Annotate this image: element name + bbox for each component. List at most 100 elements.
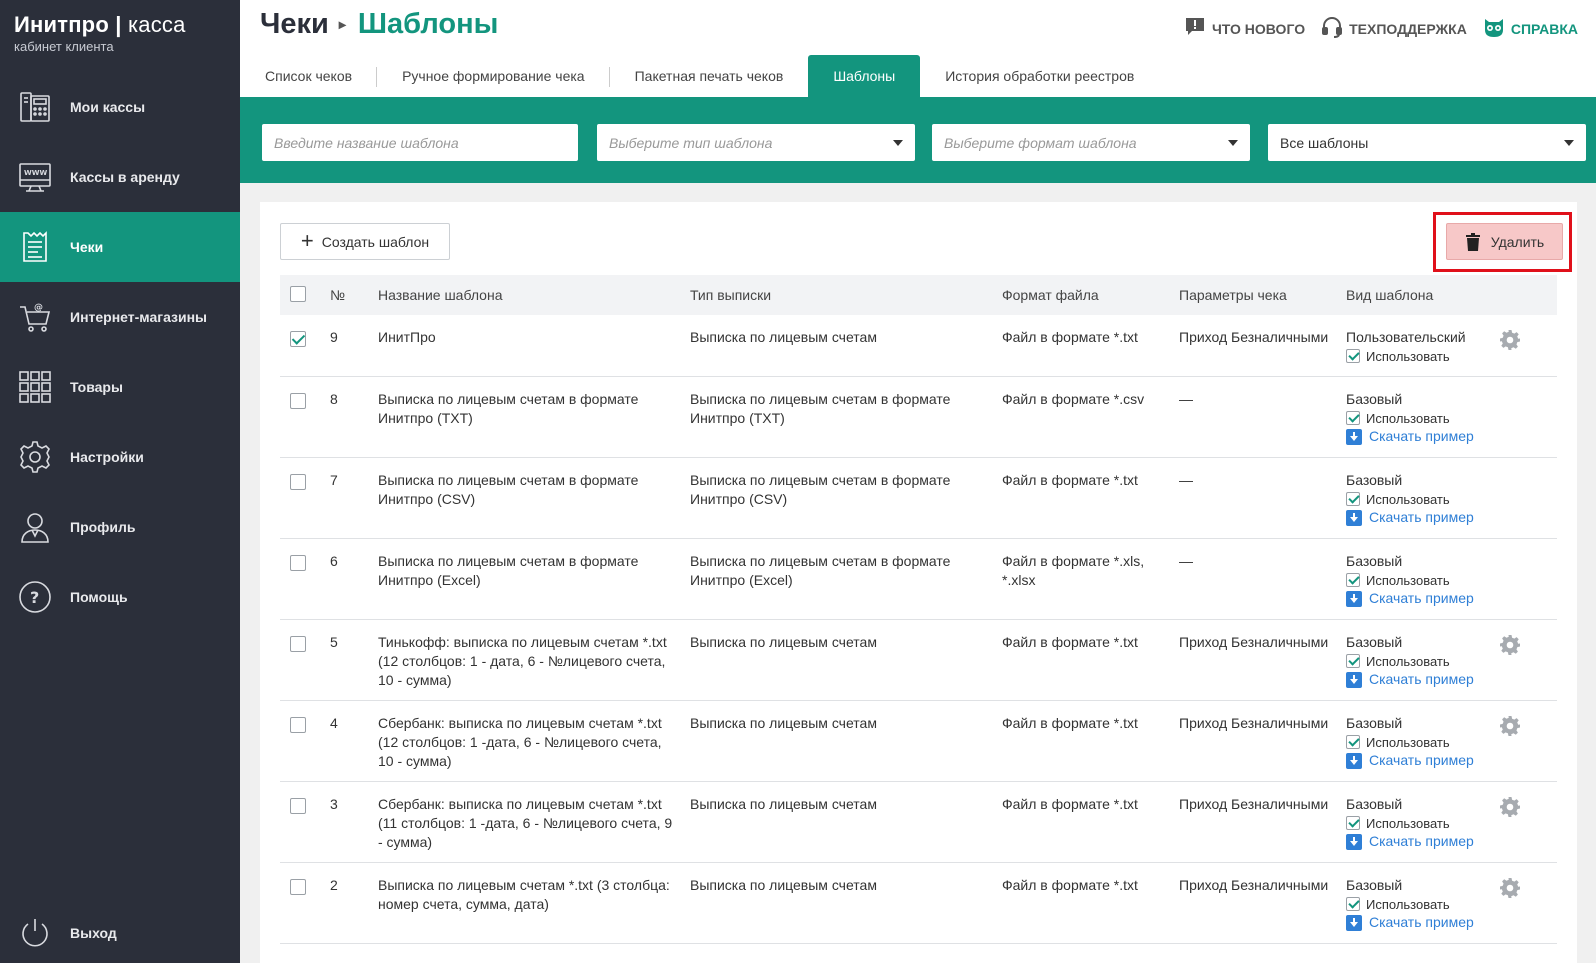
checkbox[interactable]	[290, 798, 306, 814]
use-checkbox[interactable]: Использовать	[1346, 409, 1516, 427]
download-sample-link[interactable]: Скачать пример	[1346, 589, 1516, 608]
receipt-params: Приход Безналичными	[1179, 715, 1329, 731]
checkbox[interactable]	[290, 286, 306, 302]
logout-label: Выход	[70, 925, 117, 941]
sidebar-item-settings[interactable]: Настройки	[0, 422, 240, 492]
check-icon[interactable]	[1346, 897, 1360, 911]
check-icon[interactable]	[1346, 349, 1360, 363]
logout-button[interactable]: Выход	[0, 903, 240, 963]
use-checkbox[interactable]: Использовать	[1346, 652, 1516, 670]
template-name-input[interactable]: Введите название шаблона	[262, 124, 578, 161]
checkbox[interactable]	[290, 331, 306, 347]
row-checkbox[interactable]	[290, 717, 306, 738]
statement-type: Выписка по лицевым счетам	[690, 634, 877, 650]
row-checkbox[interactable]	[290, 555, 306, 576]
help-label: СПРАВКА	[1510, 20, 1578, 37]
check-icon[interactable]	[1346, 411, 1360, 425]
sidebar-item-goods[interactable]: Товары	[0, 352, 240, 422]
checkbox[interactable]	[290, 474, 306, 490]
template-type-select[interactable]: Выберите тип шаблона	[597, 124, 915, 161]
sidebar-item-cash-registers[interactable]: Мои кассы	[0, 72, 240, 142]
gear-icon	[18, 440, 52, 474]
template-kind-cell: Базовый Использовать Скачать пример	[1346, 633, 1516, 689]
template-settings-gear-icon[interactable]	[1499, 634, 1521, 661]
row-checkbox[interactable]	[290, 636, 306, 657]
use-checkbox[interactable]: Использовать	[1346, 733, 1516, 751]
template-name: Выписка по лицевым счетам в формате Инит…	[378, 553, 639, 588]
checkbox[interactable]	[290, 879, 306, 895]
use-checkbox[interactable]: Использовать	[1346, 490, 1516, 508]
chevron-down-icon	[1228, 140, 1238, 146]
power-icon	[18, 916, 52, 950]
row-checkbox[interactable]	[290, 879, 306, 900]
checkbox[interactable]	[290, 555, 306, 571]
receipt-params: Приход Безналичными	[1179, 329, 1329, 345]
check-icon[interactable]	[1346, 492, 1360, 506]
help-link[interactable]: СПРАВКА	[1483, 16, 1578, 41]
row-checkbox[interactable]	[290, 393, 306, 414]
table-row: 6 Выписка по лицевым счетам в формате Ини…	[280, 539, 1557, 620]
template-name-placeholder: Введите название шаблона	[274, 134, 459, 151]
check-icon[interactable]	[1346, 573, 1360, 587]
sidebar-item-online-shops[interactable]: @ Интернет-магазины	[0, 282, 240, 352]
download-icon	[1346, 671, 1362, 688]
announcement-icon	[1184, 16, 1206, 41]
template-format-select[interactable]: Выберите формат шаблона	[932, 124, 1250, 161]
row-number: 6	[330, 553, 338, 569]
template-settings-gear-icon[interactable]	[1499, 796, 1521, 823]
tab-manual-receipt[interactable]: Ручное формирование чека	[377, 55, 610, 97]
sidebar-item-profile[interactable]: Профиль	[0, 492, 240, 562]
tab-registry-history[interactable]: История обработки реестров	[920, 55, 1159, 97]
receipt-icon	[18, 230, 52, 264]
tab-receipts-list[interactable]: Список чеков	[240, 55, 378, 97]
download-sample-link[interactable]: Скачать пример	[1346, 913, 1516, 932]
template-name: Сбербанк: выписка по лицевым счетам *.tx…	[378, 796, 673, 850]
use-label: Использовать	[1366, 815, 1450, 831]
check-icon[interactable]	[1346, 654, 1360, 668]
delete-button[interactable]: Удалить	[1446, 223, 1563, 260]
help-icon: ?	[18, 580, 52, 614]
checkbox[interactable]	[290, 636, 306, 652]
check-icon[interactable]	[1346, 816, 1360, 830]
use-checkbox[interactable]: Использовать	[1346, 571, 1516, 589]
statement-type: Выписка по лицевым счетам в формате Инит…	[690, 553, 951, 588]
sidebar-item-label: Интернет-магазины	[70, 309, 208, 325]
tab-templates[interactable]: Шаблоны	[808, 55, 921, 97]
row-checkbox[interactable]	[290, 798, 306, 819]
template-scope-select[interactable]: Все шаблоны	[1268, 124, 1586, 161]
template-name: Выписка по лицевым счетам *.txt (3 столб…	[378, 877, 670, 912]
create-template-button[interactable]: + Создать шаблон	[280, 223, 450, 260]
support-link[interactable]: ТЕХПОДДЕРЖКА	[1321, 16, 1467, 41]
sidebar-item-help[interactable]: ? Помощь	[0, 562, 240, 632]
download-sample-link[interactable]: Скачать пример	[1346, 670, 1516, 689]
row-checkbox[interactable]	[290, 331, 306, 352]
select-all-checkbox[interactable]	[290, 286, 306, 307]
checkbox[interactable]	[290, 393, 306, 409]
download-sample-link[interactable]: Скачать пример	[1346, 751, 1516, 770]
download-sample-link[interactable]: Скачать пример	[1346, 832, 1516, 851]
use-label: Использовать	[1366, 410, 1450, 426]
template-settings-gear-icon[interactable]	[1499, 877, 1521, 904]
check-icon[interactable]	[1346, 735, 1360, 749]
checkbox[interactable]	[290, 717, 306, 733]
download-sample-link[interactable]: Скачать пример	[1346, 427, 1516, 446]
whats-new-link[interactable]: ЧТО НОВОГО	[1184, 16, 1305, 41]
sidebar-item-receipts[interactable]: Чеки	[0, 212, 240, 282]
row-number: 4	[330, 715, 338, 731]
row-checkbox[interactable]	[290, 474, 306, 495]
template-settings-gear-icon[interactable]	[1499, 715, 1521, 742]
use-label: Использовать	[1366, 572, 1450, 588]
tab-batch-print[interactable]: Пакетная печать чеков	[610, 55, 809, 97]
brand-logo[interactable]: Инитпро | касса	[14, 12, 240, 38]
use-label: Использовать	[1366, 653, 1450, 669]
use-checkbox[interactable]: Использовать	[1346, 814, 1516, 832]
use-checkbox[interactable]: Использовать	[1346, 347, 1516, 365]
sidebar-item-rental[interactable]: WWW Кассы в аренду	[0, 142, 240, 212]
breadcrumb-receipts[interactable]: Чеки	[260, 8, 329, 41]
statement-type: Выписка по лицевым счетам	[690, 715, 877, 731]
download-sample-link[interactable]: Скачать пример	[1346, 508, 1516, 527]
use-checkbox[interactable]: Использовать	[1346, 895, 1516, 913]
file-format: Файл в формате *.txt	[1002, 329, 1138, 345]
template-settings-gear-icon[interactable]	[1499, 329, 1521, 356]
filter-bar: Введите название шаблона Выберите тип ша…	[240, 97, 1596, 183]
